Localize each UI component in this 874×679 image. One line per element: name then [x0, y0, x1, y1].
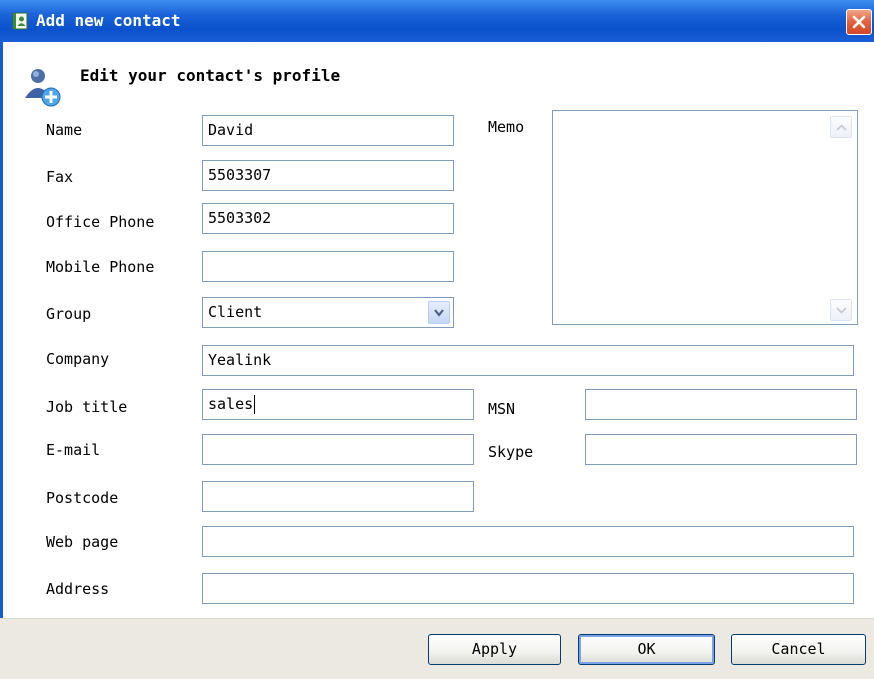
- msn-label: MSN: [488, 400, 516, 418]
- close-icon: [852, 15, 866, 29]
- group-dropdown-button[interactable]: [428, 301, 450, 324]
- close-button[interactable]: [846, 9, 872, 35]
- contact-book-icon: [10, 11, 30, 31]
- ok-button[interactable]: OK: [578, 634, 715, 665]
- postcode-input[interactable]: [202, 481, 474, 512]
- job-title-label: Job title: [46, 398, 128, 416]
- company-value: Yealink: [208, 351, 272, 369]
- cancel-button[interactable]: Cancel: [731, 634, 866, 665]
- skype-label: Skype: [488, 443, 534, 461]
- memo-scroll-up-button[interactable]: [830, 116, 852, 138]
- text-cursor: [254, 395, 256, 414]
- title-bar[interactable]: Add new contact: [0, 0, 874, 42]
- add-contact-icon: [22, 66, 64, 108]
- web-page-label: Web page: [46, 533, 119, 551]
- name-input[interactable]: David: [202, 115, 454, 146]
- address-label: Address: [46, 580, 110, 598]
- window-border: [0, 42, 3, 679]
- group-select[interactable]: Client: [202, 297, 454, 328]
- group-label: Group: [46, 305, 92, 323]
- job-title-input[interactable]: sales: [202, 389, 474, 420]
- name-label: Name: [46, 121, 83, 139]
- office-phone-label: Office Phone: [46, 213, 155, 231]
- office-phone-value: 5503302: [208, 209, 272, 227]
- office-phone-input[interactable]: 5503302: [202, 203, 454, 234]
- mobile-phone-input[interactable]: [202, 251, 454, 282]
- memo-textarea[interactable]: [552, 110, 858, 325]
- chevron-down-icon: [434, 309, 444, 317]
- name-value: David: [208, 121, 254, 139]
- window-title: Add new contact: [36, 11, 181, 30]
- skype-input[interactable]: [585, 434, 857, 465]
- dialog-heading: Edit your contact's profile: [80, 66, 341, 85]
- fax-input[interactable]: 5503307: [202, 160, 454, 191]
- company-label: Company: [46, 350, 110, 368]
- chevron-down-icon: [836, 307, 847, 314]
- email-label: E-mail: [46, 441, 101, 459]
- memo-scroll-down-button[interactable]: [830, 299, 852, 321]
- add-contact-dialog: Add new contact Edit your contact's prof…: [0, 0, 874, 679]
- fax-value: 5503307: [208, 166, 272, 184]
- mobile-phone-label: Mobile Phone: [46, 258, 155, 276]
- job-title-value: sales: [208, 395, 254, 413]
- apply-button[interactable]: Apply: [428, 634, 561, 665]
- group-selected-value: Client: [208, 303, 263, 321]
- chevron-up-icon: [836, 124, 847, 131]
- msn-input[interactable]: [585, 389, 857, 420]
- web-page-input[interactable]: [202, 526, 854, 557]
- company-input[interactable]: Yealink: [202, 345, 854, 376]
- address-input[interactable]: [202, 573, 854, 604]
- fax-label: Fax: [46, 168, 74, 186]
- memo-label: Memo: [488, 118, 525, 136]
- postcode-label: Postcode: [46, 489, 119, 507]
- email-input[interactable]: [202, 434, 474, 465]
